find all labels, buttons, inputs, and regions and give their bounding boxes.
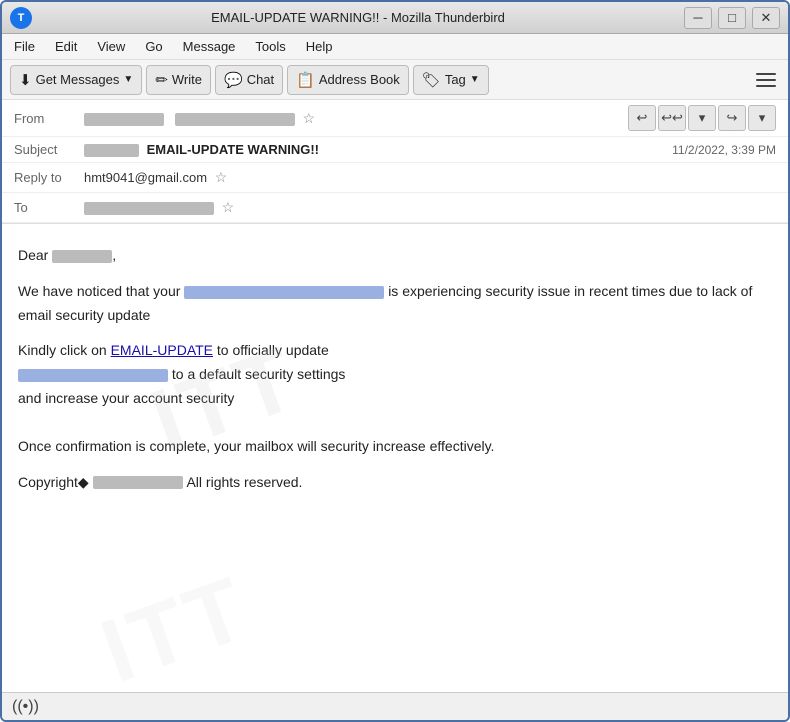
reply-to-label: Reply to bbox=[14, 170, 84, 185]
to-star-icon[interactable]: ☆ bbox=[222, 199, 235, 215]
from-row: From ☆ ↩ ↩↩ ▾ ↪ ▾ bbox=[2, 100, 788, 137]
title-bar: T EMAIL-UPDATE WARNING!! - Mozilla Thund… bbox=[2, 2, 788, 34]
to-value: ☆ bbox=[84, 199, 776, 216]
toolbar: ⬇ Get Messages ▼ ✏ Write 💬 Chat 📋 Addres… bbox=[2, 60, 788, 100]
address-book-button[interactable]: 📋 Address Book bbox=[287, 65, 409, 95]
more-button[interactable]: ▾ bbox=[748, 105, 776, 131]
email-body: ITT ITT Dear , We have noticed that your… bbox=[2, 224, 788, 692]
window-controls: ─ □ ✕ bbox=[684, 7, 780, 29]
email-header: From ☆ ↩ ↩↩ ▾ ↪ ▾ Subject EMAIL-UPDATE W… bbox=[2, 100, 788, 224]
menu-bar: File Edit View Go Message Tools Help bbox=[2, 34, 788, 60]
chat-icon: 💬 bbox=[224, 71, 243, 89]
watermark2: ITT bbox=[80, 534, 270, 692]
hamburger-menu[interactable] bbox=[752, 66, 780, 94]
navigation-buttons: ↩ ↩↩ ▾ ↪ ▾ bbox=[628, 105, 776, 131]
menu-go[interactable]: Go bbox=[137, 37, 170, 56]
get-messages-button[interactable]: ⬇ Get Messages ▼ bbox=[10, 65, 142, 95]
greeting-paragraph: Dear , bbox=[18, 244, 772, 268]
maximize-button[interactable]: □ bbox=[718, 7, 746, 29]
minimize-button[interactable]: ─ bbox=[684, 7, 712, 29]
greeting-dear: Dear bbox=[18, 247, 48, 263]
write-button[interactable]: ✏ Write bbox=[146, 65, 211, 95]
tag-icon: 🏷 bbox=[422, 71, 441, 89]
para1-redacted bbox=[184, 286, 384, 299]
from-value: ☆ bbox=[84, 110, 628, 127]
body-paragraph-2: Kindly click on EMAIL-UPDATE to official… bbox=[18, 339, 772, 410]
subject-label: Subject bbox=[14, 142, 84, 157]
reply-button[interactable]: ↩ bbox=[628, 105, 656, 131]
subject-redacted bbox=[84, 144, 139, 157]
body-paragraph-3: Once confirmation is complete, your mail… bbox=[18, 435, 772, 459]
from-label: From bbox=[14, 111, 84, 126]
email-date: 11/2/2022, 3:39 PM bbox=[672, 143, 776, 157]
get-messages-icon: ⬇ bbox=[19, 71, 32, 89]
menu-file[interactable]: File bbox=[6, 37, 43, 56]
forward-button[interactable]: ↪ bbox=[718, 105, 746, 131]
write-icon: ✏ bbox=[155, 71, 168, 89]
get-messages-dropdown-icon[interactable]: ▼ bbox=[123, 74, 133, 85]
nav-dropdown-button[interactable]: ▾ bbox=[688, 105, 716, 131]
menu-view[interactable]: View bbox=[89, 37, 133, 56]
from-star-icon[interactable]: ☆ bbox=[302, 110, 315, 126]
copyright-paragraph: Copyright◆ All rights reserved. bbox=[18, 471, 772, 495]
reply-to-star-icon[interactable]: ☆ bbox=[215, 169, 228, 185]
subject-row: Subject EMAIL-UPDATE WARNING!! 11/2/2022… bbox=[2, 137, 788, 163]
body-paragraph-1: We have noticed that your is experiencin… bbox=[18, 280, 772, 328]
menu-help[interactable]: Help bbox=[298, 37, 341, 56]
chat-button[interactable]: 💬 Chat bbox=[215, 65, 283, 95]
close-button[interactable]: ✕ bbox=[752, 7, 780, 29]
menu-edit[interactable]: Edit bbox=[47, 37, 85, 56]
reply-to-value: hmt9041@gmail.com ☆ bbox=[84, 169, 776, 186]
from-redacted bbox=[84, 113, 164, 126]
reply-to-row: Reply to hmt9041@gmail.com ☆ bbox=[2, 163, 788, 193]
menu-message[interactable]: Message bbox=[175, 37, 244, 56]
connection-icon: ((•)) bbox=[12, 698, 39, 716]
from-redacted2 bbox=[175, 113, 295, 126]
to-row: To ☆ bbox=[2, 193, 788, 223]
subject-value: EMAIL-UPDATE WARNING!! bbox=[84, 142, 672, 157]
status-bar: ((•)) bbox=[2, 692, 788, 720]
app-logo: T bbox=[10, 7, 32, 29]
copyright-redacted bbox=[93, 476, 183, 489]
window-title: EMAIL-UPDATE WARNING!! - Mozilla Thunder… bbox=[40, 10, 676, 25]
reply-all-button[interactable]: ↩↩ bbox=[658, 105, 686, 131]
tag-dropdown-icon[interactable]: ▼ bbox=[470, 74, 480, 85]
to-label: To bbox=[14, 200, 84, 215]
para2-redacted bbox=[18, 369, 168, 382]
address-book-icon: 📋 bbox=[296, 71, 315, 89]
tag-button[interactable]: 🏷 Tag ▼ bbox=[413, 65, 489, 95]
greeting-name bbox=[52, 250, 112, 263]
email-update-link[interactable]: EMAIL-UPDATE bbox=[111, 342, 213, 358]
main-window: T EMAIL-UPDATE WARNING!! - Mozilla Thund… bbox=[0, 0, 790, 722]
to-redacted bbox=[84, 202, 214, 215]
menu-tools[interactable]: Tools bbox=[247, 37, 293, 56]
